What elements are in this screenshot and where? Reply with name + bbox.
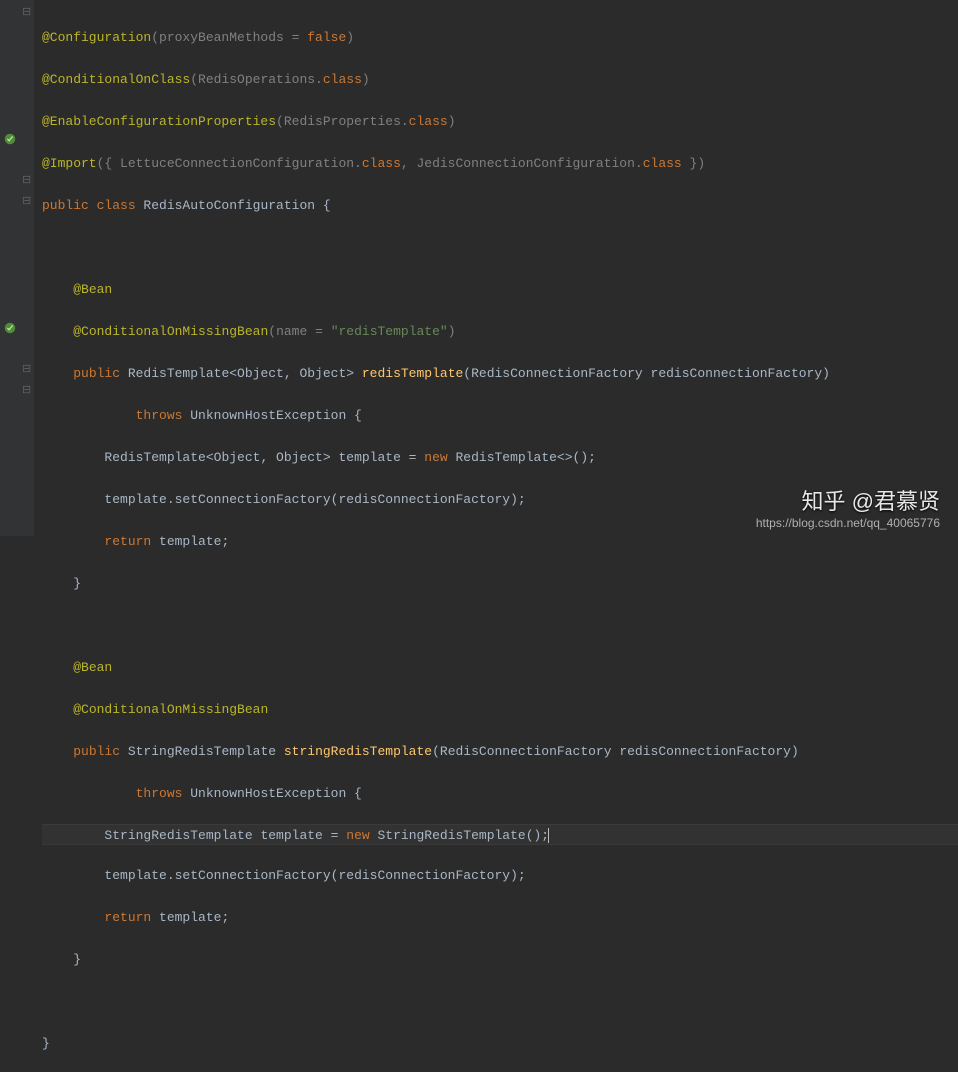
fold-column: ⊟ ⊟ ⊟ ⊟ ⊟ [22, 0, 32, 536]
fold-toggle[interactable]: ⊟ [22, 8, 31, 19]
fold-toggle[interactable]: ⊟ [22, 365, 31, 376]
fold-toggle[interactable]: ⊟ [22, 176, 31, 187]
code-area[interactable]: @Configuration(proxyBeanMethods = false)… [34, 0, 958, 536]
code-editor[interactable]: ⊟ ⊟ ⊟ ⊟ ⊟ @Configuration(proxyBeanMethod… [0, 0, 958, 536]
fold-toggle[interactable]: ⊟ [22, 197, 31, 208]
editor-gutter: ⊟ ⊟ ⊟ ⊟ ⊟ [0, 0, 34, 536]
bean-icon [3, 321, 17, 335]
bean-icon [3, 132, 17, 146]
fold-toggle[interactable]: ⊟ [22, 386, 31, 397]
text-caret [548, 828, 549, 843]
